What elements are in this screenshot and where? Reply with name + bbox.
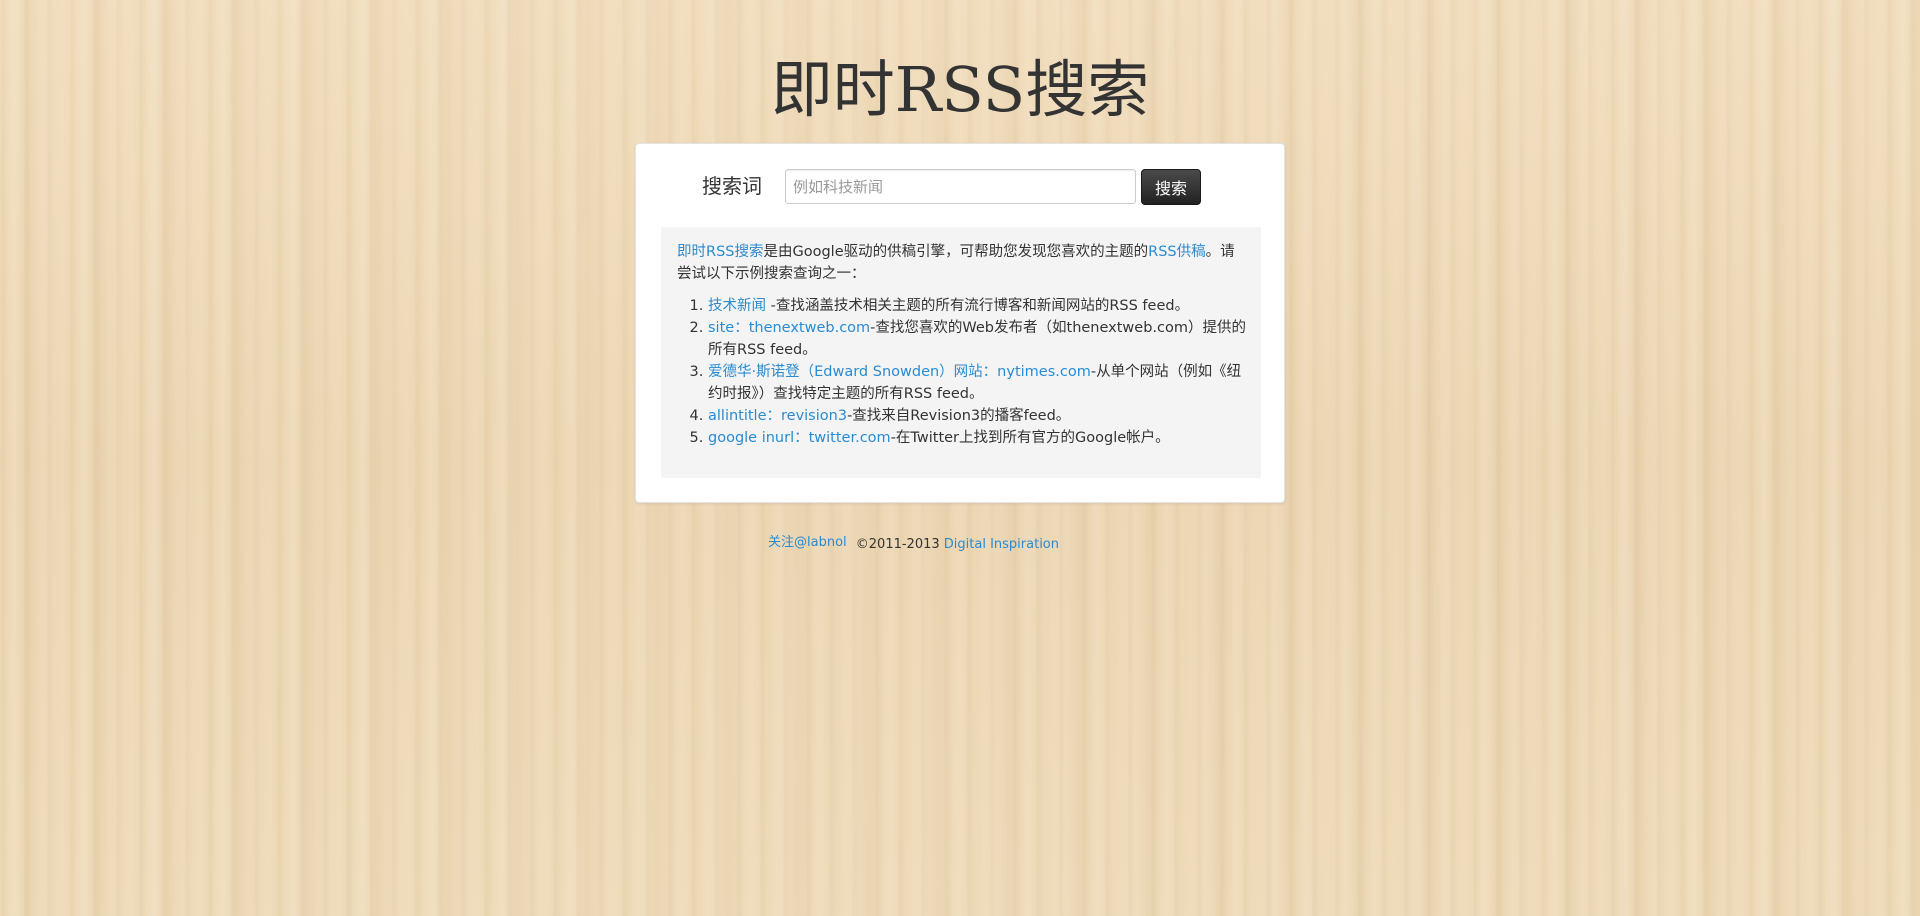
list-item: google inurl：twitter.com-在Twitter上找到所有官方… [708,427,1247,449]
list-item: allintitle：revision3-查找来自Revision3的播客fee… [708,405,1247,427]
example-query-link[interactable]: 技术新闻 [708,298,766,314]
example-query-link[interactable]: 爱德华·斯诺登（Edward Snowden）网站：nytimes.com [708,364,1091,380]
search-input[interactable] [785,169,1136,204]
info-panel: 即时RSS搜索是由Google驱动的供稿引擎，可帮助您发现您喜欢的主题的RSS供… [661,227,1261,478]
instant-rss-search-link[interactable]: 即时RSS搜索 [677,244,763,260]
digital-inspiration-link[interactable]: Digital Inspiration [944,537,1059,552]
footer: 关注@labnol ©2011-2013 Digital Inspiration [768,534,1059,554]
intro-paragraph: 即时RSS搜索是由Google驱动的供稿引擎，可帮助您发现您喜欢的主题的RSS供… [677,241,1247,285]
search-card: 搜索词 搜索 即时RSS搜索是由Google驱动的供稿引擎，可帮助您发现您喜欢的… [635,143,1285,503]
example-query-link[interactable]: allintitle：revision3 [708,408,847,424]
list-item: 爱德华·斯诺登（Edward Snowden）网站：nytimes.com-从单… [708,361,1247,405]
example-description: -查找来自Revision3的播客feed。 [847,408,1071,424]
example-description: -在Twitter上找到所有官方的Google帐户。 [890,430,1170,446]
example-description: -查找涵盖技术相关主题的所有流行博客和新闻网站的RSS feed。 [766,298,1190,314]
search-label: 搜索词 [702,174,762,198]
example-queries-list: 技术新闻 -查找涵盖技术相关主题的所有流行博客和新闻网站的RSS feed。 s… [677,295,1247,449]
page-title: 即时RSS搜索 [770,53,1150,126]
example-query-link[interactable]: site：thenextweb.com [708,320,870,336]
follow-labnol-link[interactable]: 关注@labnol [768,534,847,552]
example-query-link[interactable]: google inurl：twitter.com [708,430,891,446]
list-item: 技术新闻 -查找涵盖技术相关主题的所有流行博客和新闻网站的RSS feed。 [708,295,1247,317]
list-item: site：thenextweb.com-查找您喜欢的Web发布者（如thenex… [708,317,1247,361]
rss-feeds-link[interactable]: RSS供稿 [1148,244,1205,260]
search-button[interactable]: 搜索 [1141,169,1201,205]
intro-text: 是由Google驱动的供稿引擎，可帮助您发现您喜欢的主题的 [763,244,1149,260]
copyright-text: ©2011-2013 [855,537,940,552]
